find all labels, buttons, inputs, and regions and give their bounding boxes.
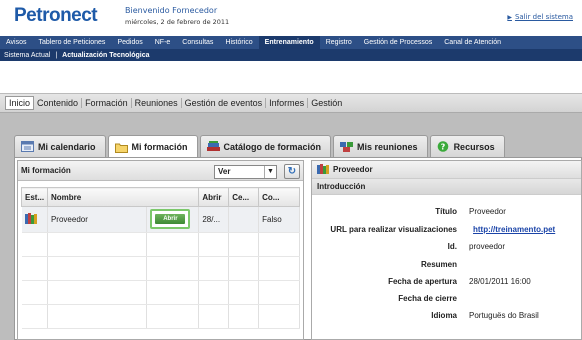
table-row	[21, 304, 300, 329]
nav-item-historico[interactable]: Histórico	[219, 36, 258, 49]
svg-text:?: ?	[440, 143, 445, 152]
tab-label: Recursos	[453, 141, 495, 152]
tab-label: Mi calendario	[38, 141, 96, 152]
tab-label: Mi formación	[131, 142, 188, 152]
meeting-icon	[340, 141, 354, 152]
tab-catalogo[interactable]: Catálogo de formación	[199, 135, 332, 157]
table-row[interactable]: Proveedor Abrir 28/... Falso	[21, 206, 300, 233]
tab-label: Catálogo de formación	[223, 141, 322, 152]
detail-subtitle: Introducción	[312, 178, 581, 195]
tab-contenido[interactable]: Contenido	[34, 98, 83, 108]
nav-item-avisos[interactable]: Avisos	[0, 36, 33, 49]
tab-gestion-eventos[interactable]: Gestión de eventos	[182, 98, 267, 108]
col-abrir[interactable]: Abrir	[198, 187, 230, 207]
nav-item-registro[interactable]: Registro	[320, 36, 358, 49]
select-value: Ver	[218, 167, 231, 176]
field-titulo: Título Proveedor	[435, 207, 506, 216]
tab-label: Mis reuniones	[357, 141, 418, 152]
field-fecha-cierre: Fecha de cierre	[398, 294, 457, 303]
content-tabbar: Inicio Contenido Formación Reuniones Ges…	[0, 93, 582, 113]
mi-formacion-panel: Mi formación Ver ▼ ↻ Est... Nombre Abrir…	[17, 160, 304, 340]
tab-inicio[interactable]: Inicio	[5, 96, 35, 110]
nav-item-consultas[interactable]: Consultas	[176, 36, 219, 49]
field-resumen: Resumen	[420, 260, 457, 269]
col-nombre[interactable]: Nombre	[46, 187, 200, 207]
tab-recursos[interactable]: ? Recursos	[429, 135, 505, 157]
table-row	[21, 256, 300, 281]
panel-title: Mi formación	[21, 166, 71, 175]
folder-icon	[114, 142, 128, 153]
nav-item-nfe[interactable]: NF-e	[149, 36, 177, 49]
view-select[interactable]: Ver ▼	[214, 165, 277, 179]
field-id: Id. proveedor	[447, 242, 506, 251]
url-link[interactable]: http://treinamento.pet	[473, 225, 555, 234]
tab-reuniones[interactable]: Reuniones	[132, 98, 182, 108]
books-icon	[24, 213, 39, 226]
panel-header: Mi formación Ver ▼ ↻	[18, 161, 303, 181]
header: Petronect Bienvenido Fornecedor miércole…	[0, 0, 582, 34]
abrir-button-cell: Abrir	[146, 206, 200, 233]
cerrar-cell	[228, 206, 260, 233]
books-icon	[206, 141, 220, 152]
main-nav: Avisos Tablero de Peticiones Pedidos NF-…	[0, 36, 582, 49]
formation-table: Est... Nombre Abrir Ce... Co... Proveedo…	[21, 187, 300, 329]
subnav-sistema-actual[interactable]: Sistema Actual	[4, 52, 50, 59]
help-icon: ?	[437, 141, 450, 152]
tab-formacion[interactable]: Formación	[82, 98, 132, 108]
subnav-separator: |	[55, 51, 58, 59]
table-row	[21, 280, 300, 305]
col-cerrar[interactable]: Ce...	[228, 187, 260, 207]
arrow-right-icon: ▶	[507, 13, 512, 21]
nav-item-gestion-procesos[interactable]: Gestión de Processos	[358, 36, 438, 49]
calendar-icon	[21, 141, 34, 152]
refresh-button[interactable]: ↻	[284, 164, 300, 179]
refresh-icon: ↻	[287, 166, 297, 177]
books-icon	[317, 163, 329, 176]
field-fecha-apertura: Fecha de apertura 28/01/2011 16:00	[388, 277, 531, 286]
chevron-down-icon: ▼	[264, 166, 276, 178]
logout-link[interactable]: ▶ Salir del sistema	[507, 13, 573, 21]
tab-gestion[interactable]: Gestión	[308, 98, 345, 108]
nav-item-tablero[interactable]: Tablero de Peticiones	[33, 36, 112, 49]
nav-item-entrenamiento[interactable]: Entrenamiento	[258, 36, 320, 49]
tab-mi-calendario[interactable]: Mi calendario	[14, 135, 106, 157]
field-url: URL para realizar visualizaciones http:/…	[330, 225, 556, 234]
tab-mis-reuniones[interactable]: Mis reuniones	[333, 135, 428, 157]
table-row	[21, 232, 300, 257]
detail-header: Proveedor	[312, 161, 581, 178]
nombre-cell: Proveedor	[47, 206, 148, 233]
col-estado[interactable]: Est...	[21, 187, 48, 207]
table-header-row: Est... Nombre Abrir Ce... Co...	[21, 187, 300, 207]
abrir-date-cell: 28/...	[198, 206, 230, 233]
nav-item-canal-atencion[interactable]: Canal de Atención	[438, 36, 507, 49]
detail-title: Proveedor	[333, 165, 373, 174]
subnav-actualizacion[interactable]: Actualización Tecnológica	[62, 52, 149, 59]
sub-nav: Sistema Actual | Actualización Tecnológi…	[0, 49, 582, 61]
col-co[interactable]: Co...	[258, 187, 300, 207]
co-cell: Falso	[258, 206, 300, 233]
tab-mi-formacion[interactable]: Mi formación	[107, 135, 198, 158]
panel-tabs: Mi calendario Mi formación Catálogo de f…	[14, 135, 505, 158]
date-text: miércoles, 2 de febrero de 2011	[125, 18, 230, 26]
petronect-logo: Petronect	[14, 5, 98, 26]
abrir-button[interactable]: Abrir	[150, 208, 191, 229]
status-cell	[21, 206, 48, 233]
welcome-text: Bienvenido Fornecedor	[125, 6, 218, 15]
field-idioma: Idioma Portuguës do Brasil	[431, 311, 539, 320]
logout-label: Salir del sistema	[514, 13, 573, 21]
tab-informes[interactable]: Informes	[266, 98, 309, 108]
abrir-button-label: Abrir	[155, 213, 186, 224]
nav-item-pedidos[interactable]: Pedidos	[111, 36, 148, 49]
